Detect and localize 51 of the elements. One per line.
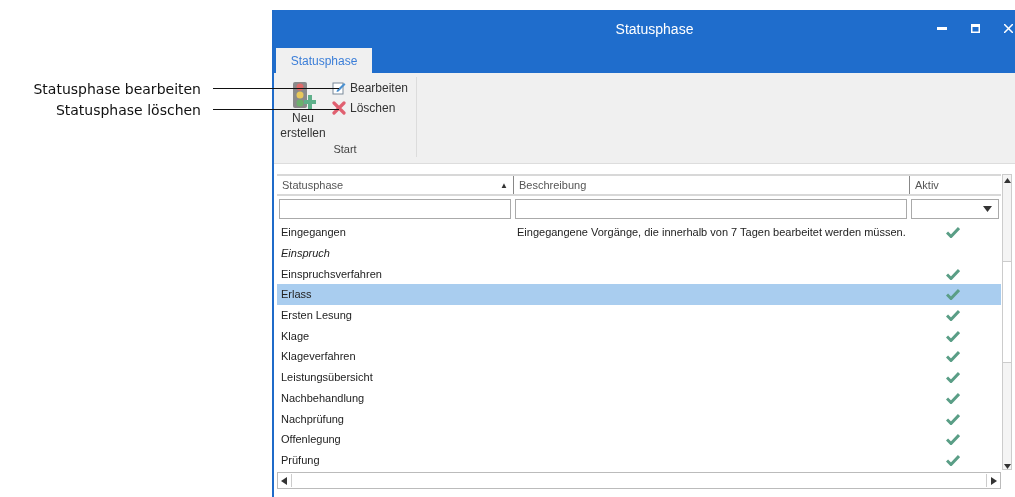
new-button[interactable]: Neu erstellen [280,81,326,141]
group-label: Start [333,143,357,157]
vertical-scrollbar[interactable] [1002,174,1012,470]
status-name: Prüfung [281,453,320,466]
delete-button[interactable]: Löschen [330,99,411,117]
ribbon-tab[interactable]: Statusphase [276,48,372,73]
sort-indicator: ▲ [500,180,508,190]
traffic-light-plus-icon [290,81,316,111]
column-header[interactable]: Beschreibung [513,176,909,194]
dropdown-arrow-icon [983,206,992,212]
table-row[interactable]: Klage [277,325,1001,347]
table-row[interactable]: Ersten Lesung [277,304,1001,326]
status-name: Einspruchsverfahren [281,267,382,280]
column-header[interactable]: Aktiv [909,176,1001,194]
table-row[interactable]: Leistungsübersicht [277,366,1001,388]
table-row[interactable]: Offenlegung [277,428,1001,450]
scroll-right-icon[interactable] [991,476,997,485]
status-name: Erlass [281,288,312,301]
status-name: Offenlegung [281,433,341,446]
close-icon[interactable] [1004,24,1013,33]
status-name: Ersten Lesung [281,309,352,322]
table-row[interactable]: Prüfung [277,449,1001,471]
edit-button[interactable]: Bearbeiten [330,79,411,97]
callout-label: Statusphase löschen [54,101,201,118]
filter-field[interactable] [515,199,907,219]
maximize-icon[interactable] [971,24,980,33]
status-name: Leistungsübersicht [281,371,373,384]
table-row[interactable]: Einspruchsverfahren [277,263,1001,285]
column-header[interactable]: Statusphase ▲ [277,176,513,194]
callout-label: Statusphase bearbeiten [32,80,201,97]
table-row[interactable]: Klageverfahren [277,346,1001,367]
status-name: Eingegangen [281,226,346,239]
status-name: Klageverfahren [281,350,356,363]
table-row[interactable]: Einspruch [277,242,1001,264]
delete-icon [332,101,346,115]
scroll-left-icon[interactable] [281,476,287,485]
table-row[interactable]: Erlass [277,284,1001,305]
filter-field[interactable] [279,199,511,219]
status-name: Nachbehandlung [281,391,365,404]
table-row[interactable]: Nachbehandlung [277,387,1001,409]
horizontal-scrollbar[interactable] [277,472,1001,490]
status-name: Klage [281,329,310,342]
status-name: Einspruch [281,247,330,260]
scroll-up-icon[interactable] [1003,178,1011,183]
scroll-down-icon[interactable] [1003,464,1011,469]
status-name: Nachprüfung [281,412,344,425]
window-title: Statusphase [614,21,694,37]
description-text: Eingegangene Vorgänge, die innerhalb von 7 Tagen bearbeitet werden müssen. [517,226,906,239]
table-row[interactable]: Nachprüfung [277,408,1001,429]
edit-icon [332,81,346,95]
table-row[interactable]: Eingegangen Eingegangene Vorgänge, die innerhalb von 7 Tagen bearbeitet werden müssen. [277,222,1001,243]
